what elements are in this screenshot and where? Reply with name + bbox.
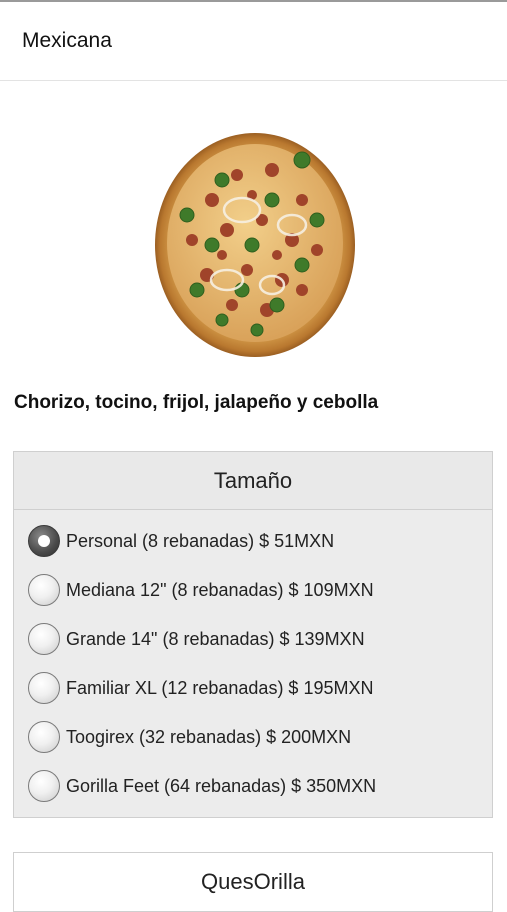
quesorilla-section-title: QuesOrilla [201,869,305,894]
radio-button[interactable] [28,623,60,655]
size-option-label: Mediana 12" (8 rebanadas) $ 109MXN [66,579,374,600]
size-option-label: Familiar XL (12 rebanadas) $ 195MXN [66,677,374,698]
page-title: Mexicana [22,29,112,52]
pizza-illustration [155,133,355,357]
size-option-toogirex[interactable]: Toogirex (32 rebanadas) $ 200MXN [28,716,351,758]
size-option-familiar[interactable]: Familiar XL (12 rebanadas) $ 195MXN [28,667,373,709]
size-option-label: Toogirex (32 rebanadas) $ 200MXN [66,726,352,747]
size-option-label: Personal (8 rebanadas) $ 51MXN [66,530,335,551]
radio-button[interactable] [28,574,60,606]
size-option-gorilla-feet[interactable]: Gorilla Feet (64 rebanadas) $ 350MXN [28,765,376,807]
quesorilla-section[interactable]: QuesOrilla [13,852,493,912]
size-selector-panel: Tamaño Personal (8 rebanadas) $ 51MXN Me… [13,451,493,818]
app-header: Mexicana [0,2,507,81]
size-option-label: Grande 14" (8 rebanadas) $ 139MXN [66,628,365,649]
size-option-label: Gorilla Feet (64 rebanadas) $ 350MXN [66,775,377,796]
radio-button[interactable] [28,672,60,704]
size-option-mediana[interactable]: Mediana 12" (8 rebanadas) $ 109MXN [28,569,374,611]
size-section-title: Tamaño [14,452,492,510]
size-option-grande[interactable]: Grande 14" (8 rebanadas) $ 139MXN [28,618,365,660]
radio-button-selected[interactable] [28,525,60,557]
size-option-personal[interactable]: Personal (8 rebanadas) $ 51MXN [28,520,334,562]
radio-button[interactable] [28,721,60,753]
radio-button[interactable] [28,770,60,802]
pizza-image [152,130,358,360]
pizza-description: Chorizo, tocino, frijol, jalapeño y cebo… [14,392,379,413]
